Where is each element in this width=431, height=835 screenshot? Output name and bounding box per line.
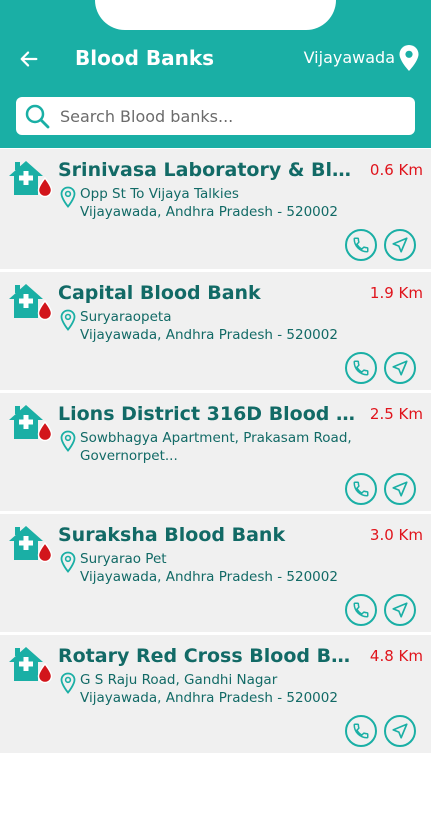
blood-bank-name: Suraksha Blood Bank <box>58 524 286 546</box>
map-pin-outline-icon <box>60 186 76 208</box>
hospital-blood-icon <box>9 526 53 563</box>
distance-label: 1.9 Km <box>369 284 423 302</box>
address-line-1: Opp St To Vijaya Talkies <box>80 186 239 202</box>
address-line-1: Sowbhagya Apartment, Prakasam Road, <box>80 430 352 446</box>
back-button[interactable] <box>14 44 44 74</box>
address-line-2: Vijayawada, Andhra Pradesh - 520002 <box>80 327 338 343</box>
navigation-arrow-icon <box>392 481 408 497</box>
blood-bank-name: Lions District 316D Blood Bank <box>58 403 358 425</box>
address-line-1: Suryaraopeta <box>80 309 172 325</box>
blood-bank-name: Capital Blood Bank <box>58 282 261 304</box>
blood-bank-name: Srinivasa Laboratory & Blood ... <box>58 159 358 181</box>
list-item[interactable]: Rotary Red Cross Blood Bank 4.8 Km G S R… <box>0 632 431 753</box>
page-title: Blood Banks <box>75 46 215 70</box>
phone-icon <box>353 481 369 497</box>
hospital-blood-icon <box>9 161 53 198</box>
call-button[interactable] <box>345 352 377 384</box>
search-icon[interactable] <box>22 101 52 131</box>
search-bar[interactable] <box>16 97 415 135</box>
phone-icon <box>353 237 369 253</box>
map-pin-outline-icon <box>60 672 76 694</box>
call-button[interactable] <box>345 715 377 747</box>
distance-label: 3.0 Km <box>369 526 423 544</box>
map-pin-icon[interactable] <box>398 44 420 72</box>
blood-bank-name: Rotary Red Cross Blood Bank <box>58 645 358 667</box>
map-pin-outline-icon <box>60 430 76 452</box>
navigate-button[interactable] <box>384 594 416 626</box>
list-item[interactable]: Srinivasa Laboratory & Blood ... 0.6 Km … <box>0 148 431 269</box>
map-pin-outline-icon <box>60 309 76 331</box>
phone-icon <box>353 360 369 376</box>
hospital-blood-icon <box>9 647 53 684</box>
distance-label: 2.5 Km <box>369 405 423 423</box>
address-line-1: Suryarao Pet <box>80 551 167 567</box>
distance-label: 4.8 Km <box>369 647 423 665</box>
call-button[interactable] <box>345 594 377 626</box>
location-label[interactable]: Vijayawada <box>304 48 395 67</box>
address-line-2: Vijayawada, Andhra Pradesh - 520002 <box>80 569 338 585</box>
address-line-2: Vijayawada, Andhra Pradesh - 520002 <box>80 204 338 220</box>
navigate-button[interactable] <box>384 473 416 505</box>
app-header: Blood Banks Vijayawada <box>0 0 431 148</box>
navigate-button[interactable] <box>384 715 416 747</box>
call-button[interactable] <box>345 473 377 505</box>
phone-icon <box>353 723 369 739</box>
address-line-2: Governorpet... <box>80 448 178 464</box>
address-line-2: Vijayawada, Andhra Pradesh - 520002 <box>80 690 338 706</box>
list-item[interactable]: Lions District 316D Blood Bank 2.5 Km So… <box>0 390 431 511</box>
distance-label: 0.6 Km <box>369 161 423 179</box>
list-item[interactable]: Capital Blood Bank 1.9 Km Suryaraopeta V… <box>0 269 431 390</box>
list-item[interactable]: Suraksha Blood Bank 3.0 Km Suryarao Pet … <box>0 511 431 632</box>
phone-notch <box>95 0 336 30</box>
hospital-blood-icon <box>9 405 53 442</box>
navigation-arrow-icon <box>392 360 408 376</box>
blood-bank-list: Srinivasa Laboratory & Blood ... 0.6 Km … <box>0 148 431 753</box>
hospital-blood-icon <box>9 284 53 321</box>
navigate-button[interactable] <box>384 352 416 384</box>
navigation-arrow-icon <box>392 602 408 618</box>
navigation-arrow-icon <box>392 237 408 253</box>
arrow-left-icon <box>20 51 38 67</box>
phone-icon <box>353 602 369 618</box>
navigation-arrow-icon <box>392 723 408 739</box>
address-line-1: G S Raju Road, Gandhi Nagar <box>80 672 278 688</box>
map-pin-outline-icon <box>60 551 76 573</box>
navigate-button[interactable] <box>384 229 416 261</box>
call-button[interactable] <box>345 229 377 261</box>
search-input[interactable] <box>60 106 400 126</box>
